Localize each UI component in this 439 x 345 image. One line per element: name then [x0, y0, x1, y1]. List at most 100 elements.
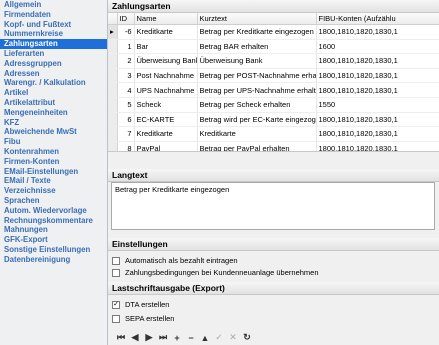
zahlungsarten-grid[interactable]: ID Name Kurztext FIBU-Konten (Aufzählu ▸… [108, 13, 439, 152]
sidebar-item[interactable]: Rechnungskommentare [0, 216, 107, 226]
cell-name[interactable]: Scheck [134, 97, 198, 113]
dta-option[interactable]: ✓ DTA erstellen [112, 299, 169, 310]
zahlungsbedingungen-checkbox[interactable] [112, 268, 120, 277]
cell-fibu-konten[interactable]: 1800,1810,1820,1830,1 [316, 126, 439, 142]
cell-kurztext[interactable]: Betrag wird per EC-Karte eingezogen [197, 112, 317, 128]
column-header-fibu-konten[interactable]: FIBU-Konten (Aufzählu [316, 13, 439, 25]
post-record-button[interactable]: ✓ [212, 331, 226, 344]
cell-fibu-konten[interactable]: 1800,1810,1820,1830,1 [316, 112, 439, 128]
sepa-option[interactable]: SEPA erstellen [112, 313, 174, 324]
auto-bezahlt-label: Automatisch als bezahlt eintragen [125, 256, 238, 265]
sidebar-item[interactable]: Autom. Wiedervorlage [0, 206, 107, 216]
cell-name[interactable]: EC-KARTE [134, 112, 198, 128]
dta-label: DTA erstellen [125, 300, 170, 309]
cell-id[interactable]: 1 [117, 39, 135, 55]
cell-kurztext[interactable]: Betrag per Scheck erhalten [197, 97, 317, 113]
sidebar-item[interactable]: Artikel [0, 88, 107, 98]
grid-header-row: ID Name Kurztext FIBU-Konten (Aufzählu [108, 13, 439, 25]
delete-record-button[interactable]: − [184, 331, 198, 344]
cell-name[interactable]: Kreditkarte [134, 126, 198, 142]
cell-fibu-konten[interactable]: 1800,1810,1820,1830,1 [316, 53, 439, 69]
sidebar-item[interactable]: Firmendaten [0, 10, 107, 20]
sidebar-item[interactable]: Verzeichnisse [0, 186, 107, 196]
cell-fibu-konten[interactable]: 1550 [316, 97, 439, 113]
first-record-button[interactable]: ⏮ [114, 331, 128, 344]
cell-id[interactable]: -6 [117, 24, 135, 40]
sidebar-item[interactable]: Nummernkreise [0, 29, 107, 39]
sidebar-item[interactable]: Zahlungsarten [0, 39, 107, 49]
langtext-textarea[interactable]: Betrag per Kreditkarte eingezogen [111, 182, 435, 230]
table-row[interactable]: 1 Bar Betrag BAR erhalten 1600 [108, 39, 439, 55]
cell-id[interactable]: 7 [117, 126, 135, 142]
table-row[interactable]: ▸ -6 Kreditkarte Betrag per Kreditkarte ein… [108, 24, 439, 40]
sidebar-item[interactable]: EMail-Einstellungen [0, 167, 107, 177]
sidebar-item[interactable]: KFZ [0, 118, 107, 128]
sidebar-item[interactable]: Allgemein [0, 0, 107, 10]
cell-id[interactable]: 8 [117, 141, 135, 151]
sidebar-item[interactable]: Abweichende MwSt [0, 127, 107, 137]
dta-checkbox[interactable]: ✓ [112, 300, 120, 309]
next-record-button[interactable]: ▶ [142, 331, 156, 344]
zahlungsbedingungen-option[interactable]: Zahlungsbedingungen bei Kundenneuanlage … [112, 267, 319, 278]
auto-bezahlt-option[interactable]: Automatisch als bezahlt eintragen [112, 255, 238, 266]
sidebar-item[interactable]: EMail / Texte [0, 176, 107, 186]
cell-id[interactable]: 4 [117, 82, 135, 98]
sidebar-item[interactable]: Kopf- und Fußtext [0, 20, 107, 30]
sidebar-item[interactable]: Firmen-Konten [0, 157, 107, 167]
sidebar-item[interactable]: Lieferarten [0, 49, 107, 59]
sidebar-item[interactable]: Mengeneinheiten [0, 108, 107, 118]
cell-kurztext[interactable]: Überweisung Bank [197, 53, 317, 69]
sepa-checkbox[interactable] [112, 314, 120, 323]
sidebar-item[interactable]: Adressen [0, 69, 107, 79]
cell-kurztext[interactable]: Kreditkarte [197, 126, 317, 142]
last-record-button[interactable]: ⏭ [156, 331, 170, 344]
cell-fibu-konten[interactable]: 1800,1810,1820,1830,1 [316, 141, 439, 151]
sidebar-item[interactable]: Artikelattribut [0, 98, 107, 108]
sidebar-item[interactable]: Warengr. / Kalkulation [0, 78, 107, 88]
table-row[interactable]: 2 Überweisung Bank Überweisung Bank 1800,18… [108, 53, 439, 69]
edit-record-button[interactable]: ▲ [198, 331, 212, 344]
column-header-kurztext[interactable]: Kurztext [197, 13, 317, 25]
sidebar-item[interactable]: Mahnungen [0, 225, 107, 235]
refresh-records-button[interactable]: ↻ [240, 331, 254, 344]
cell-fibu-konten[interactable]: 1800,1810,1820,1830,1 [316, 82, 439, 98]
table-row[interactable]: 7 Kreditkarte Kreditkarte 1800,1810,1820,18… [108, 126, 439, 142]
column-header-id[interactable]: ID [117, 13, 135, 25]
cell-name[interactable]: Kreditkarte [134, 24, 198, 40]
sidebar-item[interactable]: GFK-Export [0, 235, 107, 245]
cell-kurztext[interactable]: Betrag BAR erhalten [197, 39, 317, 55]
sidebar-item[interactable]: Fibu [0, 137, 107, 147]
cell-name[interactable]: UPS Nachnahme [134, 82, 198, 98]
cell-id[interactable]: 3 [117, 68, 135, 84]
sidebar-item[interactable]: Sonstige Einstellungen [0, 245, 107, 255]
table-row[interactable]: 6 EC-KARTE Betrag wird per EC-Karte eingez… [108, 112, 439, 128]
cell-kurztext[interactable]: Betrag per Kreditkarte eingezogen [197, 24, 317, 40]
row-indicator-header [108, 13, 118, 25]
cell-fibu-konten[interactable]: 1800,1810,1820,1830,1 [316, 68, 439, 84]
cancel-record-button[interactable]: ✕ [226, 331, 240, 344]
table-row[interactable]: 4 UPS Nachnahme Betrag per UPS-Nachnahme e… [108, 82, 439, 98]
cell-kurztext[interactable]: Betrag per PayPal erhalten [197, 141, 317, 151]
sidebar-item[interactable]: Adressgruppen [0, 59, 107, 69]
column-header-name[interactable]: Name [134, 13, 198, 25]
cell-id[interactable]: 5 [117, 97, 135, 113]
table-row[interactable]: 5 Scheck Betrag per Scheck erhalten 1550 [108, 97, 439, 113]
sidebar-item[interactable]: Sprachen [0, 196, 107, 206]
cell-id[interactable]: 6 [117, 112, 135, 128]
cell-kurztext[interactable]: Betrag per POST-Nachnahme erhalten [197, 68, 317, 84]
cell-kurztext[interactable]: Betrag per UPS-Nachnahme erhalten [197, 82, 317, 98]
table-row[interactable]: 3 Post Nachnahme Betrag per POST-Nachnahme… [108, 68, 439, 84]
prior-record-button[interactable]: ◀ [128, 331, 142, 344]
auto-bezahlt-checkbox[interactable] [112, 256, 120, 265]
cell-fibu-konten[interactable]: 1800,1810,1820,1830,1 [316, 24, 439, 40]
cell-name[interactable]: PayPal [134, 141, 198, 151]
cell-name[interactable]: Bar [134, 39, 198, 55]
sidebar-item[interactable]: Kontenrahmen [0, 147, 107, 157]
cell-fibu-konten[interactable]: 1600 [316, 39, 439, 55]
sidebar-item[interactable]: Datenbereinigung [0, 255, 107, 265]
cell-id[interactable]: 2 [117, 53, 135, 69]
cell-name[interactable]: Post Nachnahme [134, 68, 198, 84]
cell-name[interactable]: Überweisung Bank [134, 53, 198, 69]
insert-record-button[interactable]: + [170, 331, 184, 344]
table-row[interactable]: 8 PayPal Betrag per PayPal erhalten 1800,18… [108, 141, 439, 151]
